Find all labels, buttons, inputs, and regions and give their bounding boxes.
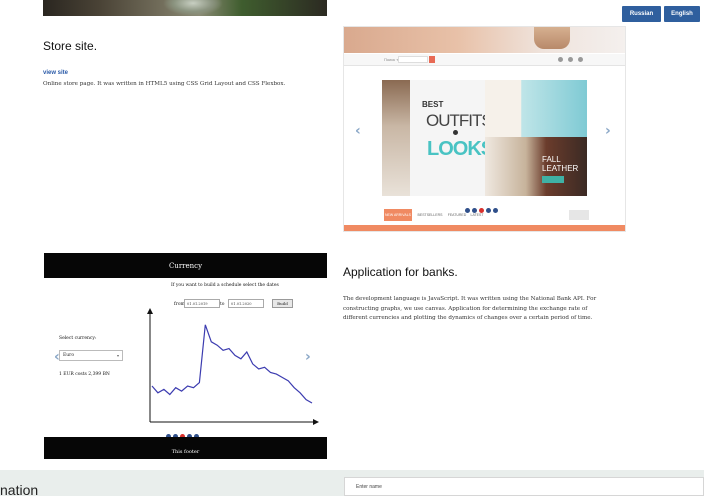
bank-project-title: Application for banks.: [343, 265, 458, 279]
banner-word: LOOKS: [427, 138, 494, 160]
store-product-tabs[interactable]: NEW ARRIVALS BESTSELLERS FEATURED LATEST: [384, 209, 534, 221]
exchange-rate-chart: [147, 308, 319, 425]
currency-app-screenshot: Currency If you want to build a schedule…: [44, 253, 327, 459]
chevron-left-icon[interactable]: ‹: [355, 123, 361, 139]
chart-series-line: [151, 324, 313, 404]
build-button[interactable]: Build: [272, 299, 293, 308]
previous-project-image: [43, 0, 327, 16]
from-date-input[interactable]: 01.01.2019: [184, 299, 220, 308]
select-currency-label: Select currency:: [59, 336, 97, 341]
currency-select[interactable]: Euro ▾: [59, 350, 123, 361]
tab-latest[interactable]: LATEST: [469, 209, 485, 221]
name-input[interactable]: Enter name: [344, 477, 704, 496]
banner-word: BEST: [422, 100, 444, 109]
russian-language-button[interactable]: Russian: [622, 6, 661, 22]
chevron-left-icon[interactable]: ‹: [54, 349, 60, 365]
tab-featured[interactable]: FEATURED: [446, 209, 468, 221]
view-site-link[interactable]: view site: [43, 70, 68, 76]
to-date-input[interactable]: 01.01.2020: [228, 299, 264, 308]
exchange-rate-text: 1 EUR costs 2,399 BN: [59, 372, 110, 377]
search-icon: [429, 56, 435, 63]
currency-app-footer: This footer: [44, 437, 327, 459]
store-project-description: Online store page. It was written in HTM…: [43, 81, 286, 87]
store-more-button[interactable]: [569, 210, 589, 220]
chevron-right-icon[interactable]: ›: [605, 123, 611, 139]
social-icon: [568, 57, 573, 62]
to-label: to: [220, 302, 225, 307]
store-project-title: Store site.: [43, 39, 98, 53]
english-language-button[interactable]: English: [664, 6, 700, 22]
schedule-prompt: If you want to build a schedule select t…: [171, 283, 279, 288]
banner-word: FALL LEATHER: [542, 155, 579, 173]
tab-bestsellers[interactable]: BESTSELLERS: [415, 209, 445, 221]
banner-word: OUTFITS: [426, 111, 493, 130]
bank-project-description: The development language is JavaScript. …: [343, 296, 597, 321]
social-icon: [558, 57, 563, 62]
store-header-photo: [344, 27, 625, 53]
store-site-screenshot: Поиск товара BEST OUTFITS LOOKS FALL LEAT…: [343, 26, 626, 232]
currency-app-title: Currency: [44, 253, 327, 278]
tab-new-arrivals[interactable]: NEW ARRIVALS: [384, 209, 412, 221]
store-nav-bar: Поиск товара: [344, 54, 625, 66]
store-footer-bar: [344, 225, 625, 231]
social-icon: [578, 57, 583, 62]
store-banner: BEST OUTFITS LOOKS FALL LEATHER: [382, 80, 587, 196]
chevron-down-icon: ▾: [116, 353, 119, 358]
contact-section-title: nation: [0, 482, 39, 496]
